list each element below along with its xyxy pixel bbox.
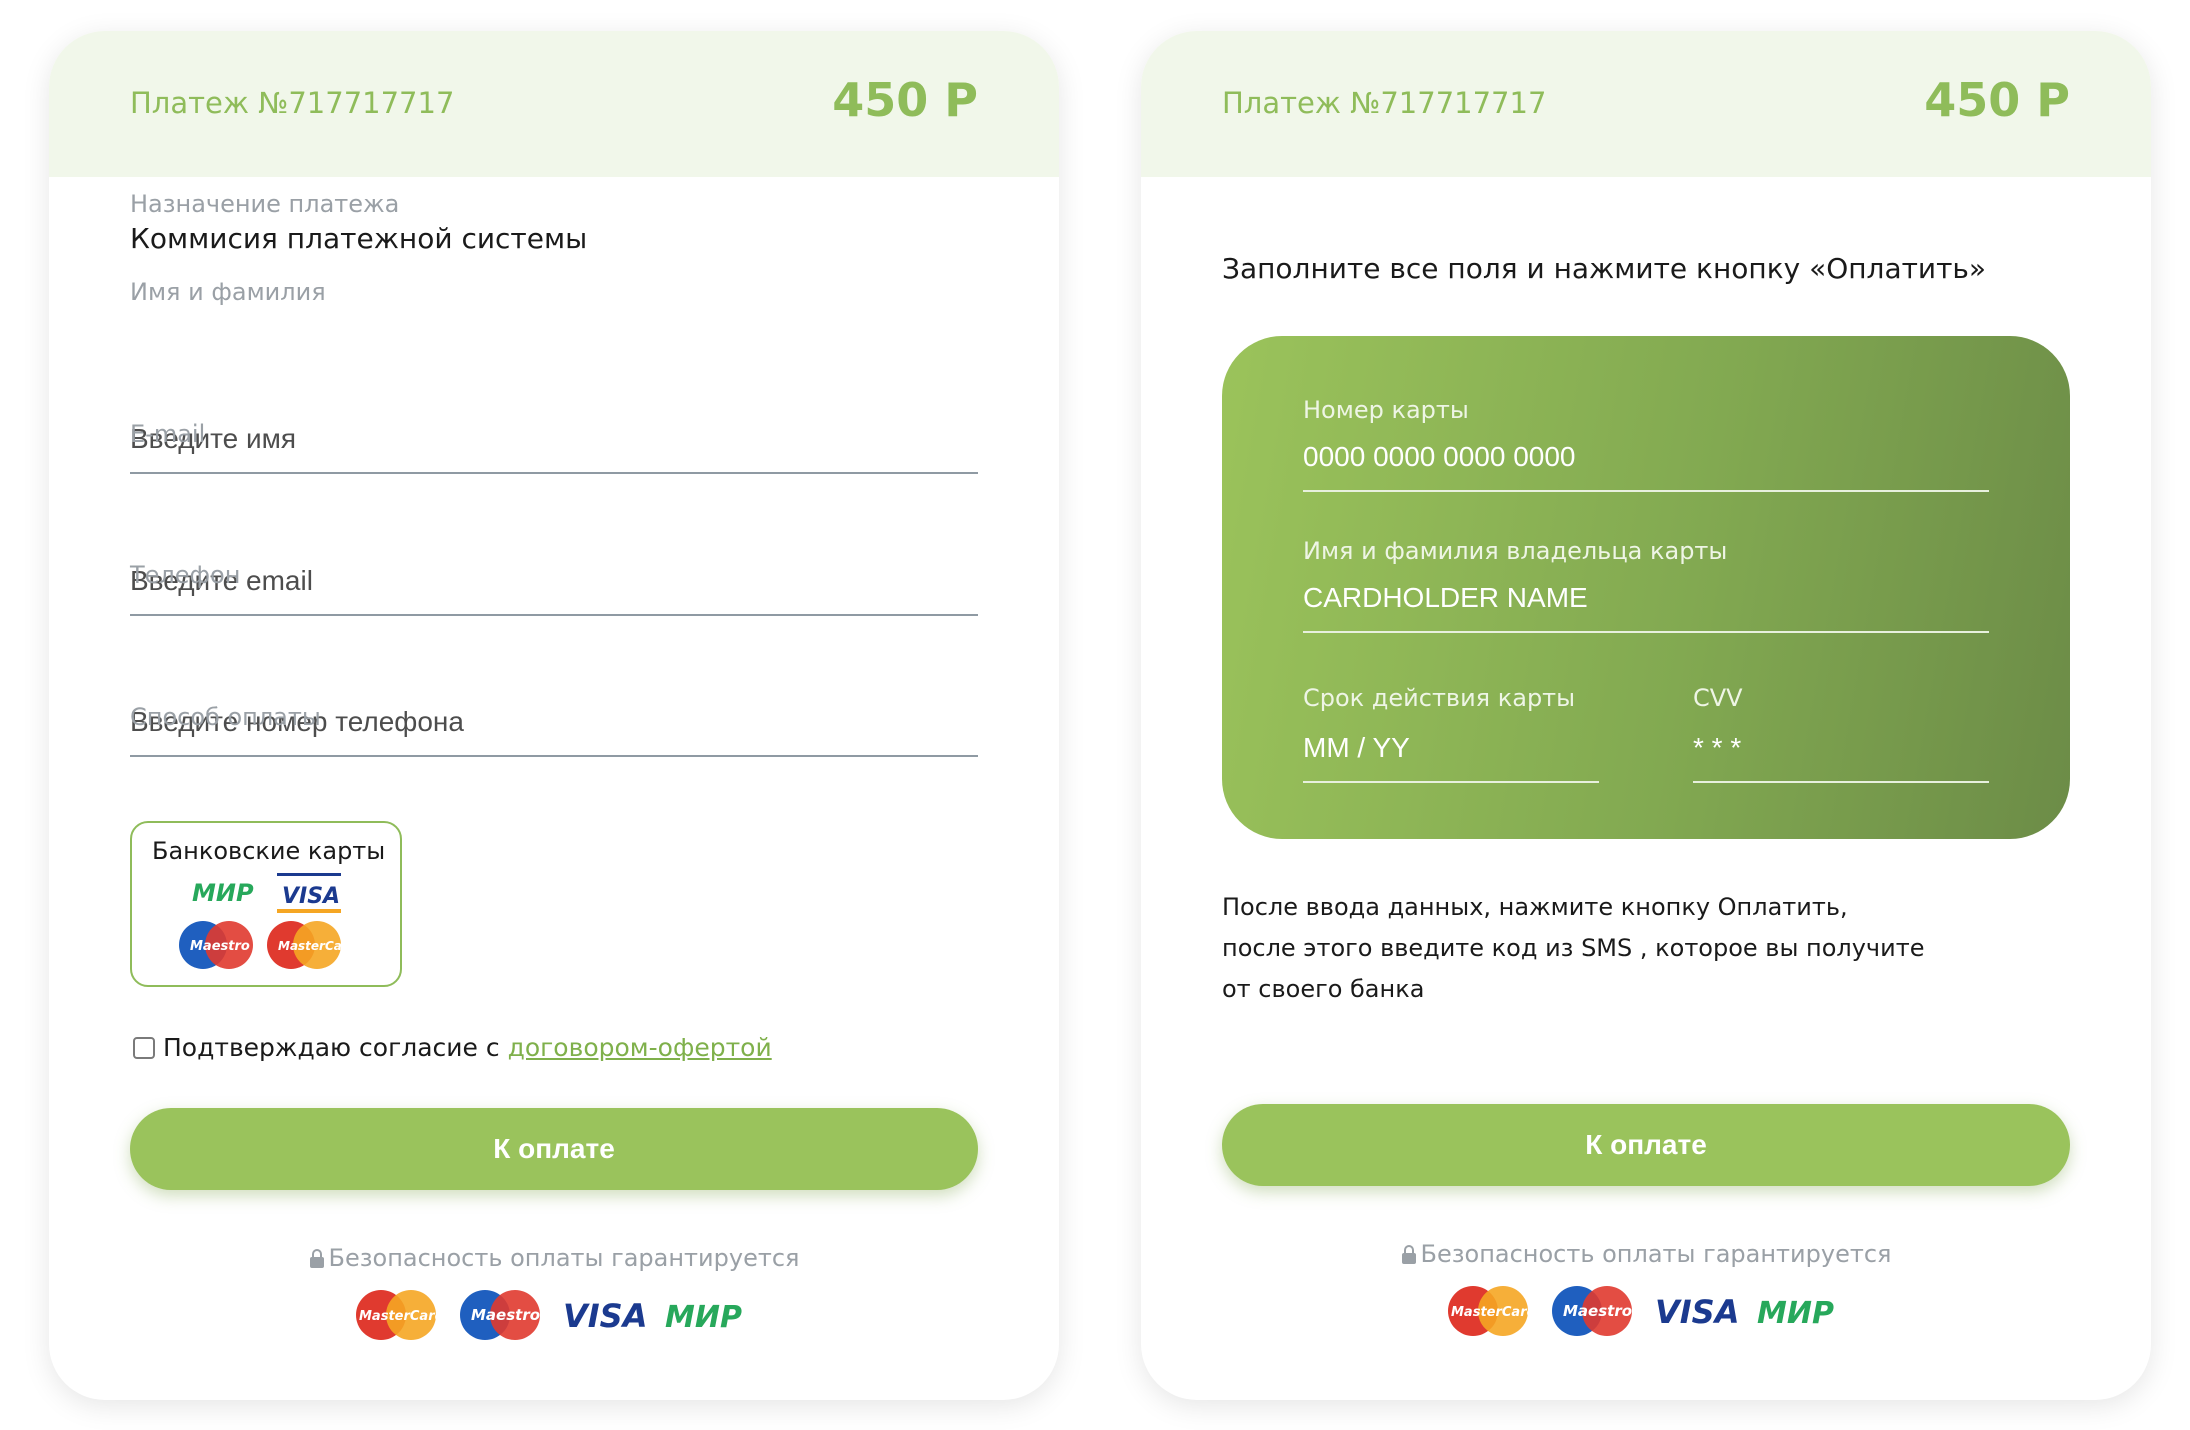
brand-strip: MasterCard Maestro VISA МИР: [49, 1289, 1059, 1341]
svg-text:Maestro: Maestro: [1563, 1302, 1632, 1320]
mastercard-logo-icon: MasterCard: [356, 1290, 439, 1340]
payment-method-bank-cards[interactable]: Банковские карты МИР VISA Maestro Master…: [130, 821, 402, 987]
cvv-label: CVV: [1693, 684, 1743, 712]
agreement-checkbox[interactable]: [133, 1036, 155, 1059]
svg-text:Maestro: Maestro: [471, 1306, 540, 1324]
agreement-text: Подтверждаю согласие с: [163, 1033, 500, 1062]
secure-text: Безопасность оплаты гарантируется: [1420, 1240, 1892, 1268]
card-number-label: Номер карты: [1303, 396, 1469, 424]
pay-button[interactable]: К оплате: [1222, 1104, 2070, 1186]
sms-note: После ввода данных, нажмите кнопку Оплат…: [1222, 887, 1942, 1010]
bank-card-form: Номер карты Имя и фамилия владельца карт…: [1222, 336, 2070, 839]
purpose-label: Назначение платежа: [130, 190, 400, 218]
brand-strip: MasterCard Maestro VISA МИР: [1141, 1285, 2151, 1337]
payment-form-card: Платеж №717717717 450 Р Назначение плате…: [49, 31, 1059, 1400]
name-input[interactable]: [130, 414, 978, 464]
payment-number: Платеж №717717717: [130, 86, 455, 120]
svg-text:МИР: МИР: [665, 1300, 742, 1335]
payment-method-label: Способ оплаты: [130, 703, 321, 731]
visa-logo-icon: VISA: [282, 884, 340, 909]
payment-number: Платеж №717717717: [1222, 86, 1547, 120]
cardholder-input[interactable]: [1303, 573, 1989, 623]
offer-link[interactable]: договором-офертой: [508, 1033, 772, 1062]
maestro-logo-icon: Maestro: [179, 921, 253, 969]
secure-note: Безопасность оплаты гарантируется: [1141, 1240, 2151, 1268]
card-payment-card: Платеж №717717717 450 Р Заполните все по…: [1141, 31, 2151, 1400]
maestro-logo-icon: Maestro: [1552, 1286, 1632, 1336]
email-label: E-mail: [130, 420, 206, 448]
card-number-field: [1303, 432, 1989, 492]
card-brands-grid: МИР VISA Maestro MasterCard: [179, 873, 357, 969]
offer-agreement: Подтверждаю согласие с договором-офертой: [133, 1033, 772, 1062]
mastercard-logo-icon: MasterCard: [267, 921, 357, 969]
expiry-label: Срок действия карты: [1303, 684, 1576, 712]
mastercard-logo-icon: MasterCard: [1448, 1286, 1531, 1336]
svg-text:MasterCard: MasterCard: [359, 1309, 439, 1324]
purpose-value: Коммисия платежной системы: [130, 222, 588, 255]
maestro-logo-icon: Maestro: [460, 1290, 540, 1340]
visa-logo-icon: VISA: [1655, 1293, 1737, 1331]
fill-instruction: Заполните все поля и нажмите кнопку «Опл…: [1222, 252, 1987, 285]
secure-text: Безопасность оплаты гарантируется: [328, 1244, 800, 1272]
expiry-input[interactable]: [1303, 723, 1599, 773]
card-number-input[interactable]: [1303, 432, 1989, 482]
svg-text:VISA: VISA: [1655, 1293, 1737, 1331]
cardholder-field: [1303, 573, 1989, 633]
mir-logo-icon: МИР: [665, 1300, 742, 1335]
expiry-field: [1303, 723, 1599, 783]
svg-text:MasterCard: MasterCard: [1451, 1305, 1531, 1320]
lock-icon: [309, 1249, 324, 1268]
svg-text:MasterCard: MasterCard: [278, 939, 357, 953]
secure-note: Безопасность оплаты гарантируется: [49, 1244, 1059, 1272]
mir-logo-icon: МИР: [192, 879, 254, 907]
cvv-input[interactable]: [1693, 723, 1989, 773]
svg-text:VISA: VISA: [563, 1297, 645, 1335]
note-line: от своего банка: [1222, 975, 1425, 1003]
mir-logo-icon: МИР: [1757, 1296, 1834, 1331]
card-header: Платеж №717717717 450 Р: [49, 31, 1059, 177]
svg-text:Maestro: Maestro: [190, 939, 250, 954]
cvv-field: [1693, 723, 1989, 783]
note-line: после этого введите код из SMS , которое…: [1222, 934, 1925, 962]
visa-logo-icon: VISA: [563, 1297, 645, 1335]
phone-label: Телефон: [130, 561, 241, 589]
name-field: [130, 414, 978, 474]
card-header: Платеж №717717717 450 Р: [1141, 31, 2151, 177]
email-field: [130, 556, 978, 616]
name-label: Имя и фамилия: [130, 278, 326, 306]
payment-amount: 450 Р: [1924, 73, 2070, 127]
email-input[interactable]: [130, 556, 978, 606]
svg-text:МИР: МИР: [1757, 1296, 1834, 1331]
note-line: После ввода данных, нажмите кнопку Оплат…: [1222, 893, 1848, 921]
pay-button[interactable]: К оплате: [130, 1108, 978, 1190]
cardholder-label: Имя и фамилия владельца карты: [1303, 537, 1728, 565]
payment-amount: 450 Р: [832, 73, 978, 127]
lock-icon: [1401, 1245, 1416, 1264]
